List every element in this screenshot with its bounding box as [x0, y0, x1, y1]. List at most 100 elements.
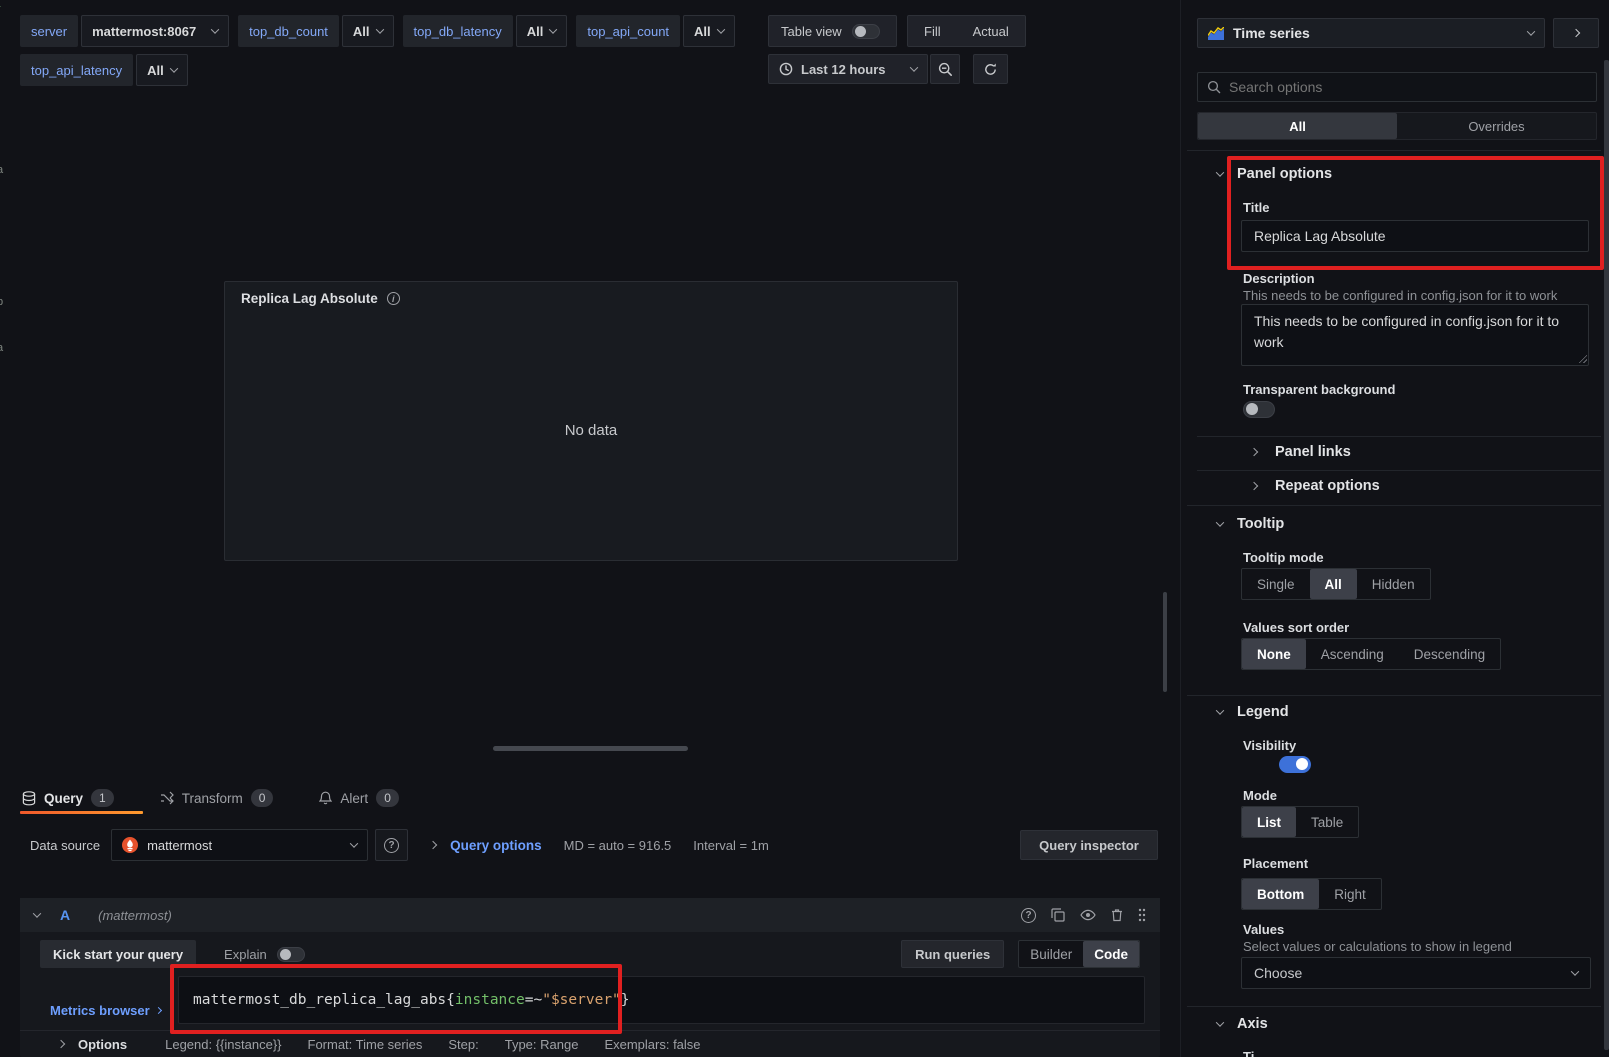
variable-label-server: server: [20, 15, 78, 47]
chevron-right-icon: [155, 1006, 162, 1013]
options-toggle[interactable]: Options: [78, 1037, 127, 1052]
table-view-switch[interactable]: [852, 24, 880, 39]
panel-title-input[interactable]: [1241, 220, 1589, 252]
legend-values-select[interactable]: Choose: [1241, 957, 1591, 989]
pane-resize-handle[interactable]: [493, 746, 688, 751]
legend-visibility-switch[interactable]: [1279, 756, 1311, 773]
table-view-toggle[interactable]: Table view: [768, 15, 897, 47]
tooltip-mode-hidden[interactable]: Hidden: [1357, 569, 1430, 599]
placement-right[interactable]: Right: [1319, 879, 1381, 909]
active-tab-underline: [20, 811, 143, 814]
collapse-chevron-icon[interactable]: [33, 909, 41, 917]
hide-query-icon[interactable]: [1080, 909, 1096, 921]
variable-value-top-db-latency[interactable]: All: [516, 15, 568, 47]
chevron-down-icon: [1216, 518, 1224, 526]
repeat-options-section-header[interactable]: Repeat options: [1251, 478, 1380, 494]
zoom-out-button[interactable]: [930, 54, 960, 84]
axis-section-header[interactable]: Axis: [1217, 1016, 1268, 1032]
description-hint: This needs to be configured in config.js…: [1243, 288, 1603, 303]
legend-section-header[interactable]: Legend: [1217, 704, 1289, 720]
main-scrollbar-thumb[interactable]: [1163, 592, 1167, 692]
query-options-row: Options Legend: {{instance}} Format: Tim…: [20, 1030, 1160, 1057]
section-divider: [1187, 150, 1601, 151]
duplicate-query-icon[interactable]: [1051, 908, 1065, 922]
no-data-message: No data: [225, 422, 957, 439]
datasource-help-button[interactable]: [375, 829, 408, 861]
kick-start-query-button[interactable]: Kick start your query: [40, 940, 196, 968]
variable-value-top-db-count[interactable]: All: [342, 15, 394, 47]
format-value: Format: Time series: [308, 1037, 423, 1052]
search-options-input[interactable]: [1229, 79, 1587, 95]
sort-none[interactable]: None: [1242, 639, 1306, 669]
actual-button[interactable]: Actual: [957, 24, 1025, 39]
sort-descending[interactable]: Descending: [1399, 639, 1500, 669]
query-toolbar-row: Kick start your query Explain Run querie…: [40, 940, 1140, 968]
panel-description-textarea[interactable]: This needs to be configured in config.js…: [1241, 304, 1589, 366]
description-label: Description: [1243, 271, 1315, 286]
visualization-picker[interactable]: Time series: [1197, 18, 1545, 48]
datasource-picker[interactable]: mattermost: [111, 829, 368, 861]
panel-links-section-header[interactable]: Panel links: [1251, 444, 1351, 460]
tab-transform[interactable]: Transform 0: [160, 789, 274, 807]
metrics-browser-toggle[interactable]: Metrics browser: [50, 986, 161, 1034]
transform-icon: [160, 791, 174, 805]
explain-switch[interactable]: [277, 947, 305, 962]
sidebar-scrollbar-thumb[interactable]: [1604, 60, 1609, 1050]
legend-mode-group: List Table: [1241, 806, 1359, 838]
tooltip-mode-single[interactable]: Single: [1242, 569, 1310, 599]
transparent-background-label: Transparent background: [1243, 382, 1395, 397]
tab-overrides[interactable]: Overrides: [1397, 113, 1596, 139]
code-mode-button[interactable]: Code: [1083, 941, 1139, 967]
search-options-box[interactable]: [1197, 72, 1597, 102]
drag-handle-icon[interactable]: [1138, 908, 1146, 922]
chevron-down-icon: [375, 25, 383, 33]
panel-options-section-header[interactable]: Panel options: [1217, 166, 1332, 182]
chevron-right-icon: [1572, 29, 1580, 37]
variable-label-top-api-count: top_api_count: [576, 15, 680, 47]
tooltip-section-header[interactable]: Tooltip: [1217, 516, 1284, 532]
delete-query-icon[interactable]: [1111, 908, 1123, 922]
promql-code-input[interactable]: mattermost_db_replica_lag_abs{instance=~…: [178, 976, 1145, 1024]
query-row-header[interactable]: A (mattermost): [20, 898, 1160, 932]
legend-mode-table[interactable]: Table: [1296, 807, 1358, 837]
tab-alert[interactable]: Alert 0: [319, 789, 398, 807]
legend-placement-label: Placement: [1243, 856, 1308, 871]
search-icon: [1207, 80, 1221, 94]
row-divider: [1197, 470, 1601, 471]
tooltip-mode-group: Single All Hidden: [1241, 568, 1431, 600]
legend-format: Legend: {{instance}}: [165, 1037, 281, 1052]
query-options-toggle[interactable]: Query options: [450, 838, 542, 853]
datasource-row: Data source mattermost Query options MD …: [30, 829, 769, 861]
tab-query[interactable]: Query 1: [22, 789, 114, 807]
variable-value-top-api-latency[interactable]: All: [136, 54, 188, 86]
time-range-picker[interactable]: Last 12 hours: [768, 54, 928, 84]
panel-title[interactable]: Replica Lag Absolute: [241, 291, 378, 306]
builder-mode-button[interactable]: Builder: [1019, 941, 1083, 967]
info-icon[interactable]: [387, 292, 400, 305]
transparent-background-switch[interactable]: [1243, 401, 1275, 418]
fill-button[interactable]: Fill: [908, 24, 957, 39]
chevron-down-icon: [910, 63, 918, 71]
tooltip-mode-all[interactable]: All: [1310, 569, 1357, 599]
run-queries-button[interactable]: Run queries: [901, 940, 1004, 968]
query-inspector-button[interactable]: Query inspector: [1020, 830, 1158, 860]
left-edge-fragment: r: [0, 3, 6, 15]
legend-mode-list[interactable]: List: [1242, 807, 1296, 837]
variable-value-server[interactable]: mattermost:8067: [81, 15, 229, 47]
chevron-down-icon: [1216, 706, 1224, 714]
tab-all-options[interactable]: All: [1198, 113, 1397, 139]
refresh-button[interactable]: [973, 54, 1008, 84]
legend-placement-group: Bottom Right: [1241, 878, 1382, 910]
collapse-pane-button[interactable]: [1553, 18, 1599, 48]
placement-bottom[interactable]: Bottom: [1242, 879, 1319, 909]
title-label: Title: [1243, 200, 1270, 215]
variable-value-top-api-count[interactable]: All: [683, 15, 735, 47]
chevron-right-icon[interactable]: [57, 1040, 65, 1048]
alert-count-badge: 0: [376, 789, 399, 807]
exemplars-value: Exemplars: false: [604, 1037, 700, 1052]
template-variables-row-2: top_api_latency All: [20, 54, 188, 86]
variable-label-top-api-latency: top_api_latency: [20, 54, 133, 86]
chevron-down-icon: [1571, 967, 1579, 975]
query-help-icon[interactable]: [1021, 908, 1036, 923]
sort-ascending[interactable]: Ascending: [1306, 639, 1399, 669]
